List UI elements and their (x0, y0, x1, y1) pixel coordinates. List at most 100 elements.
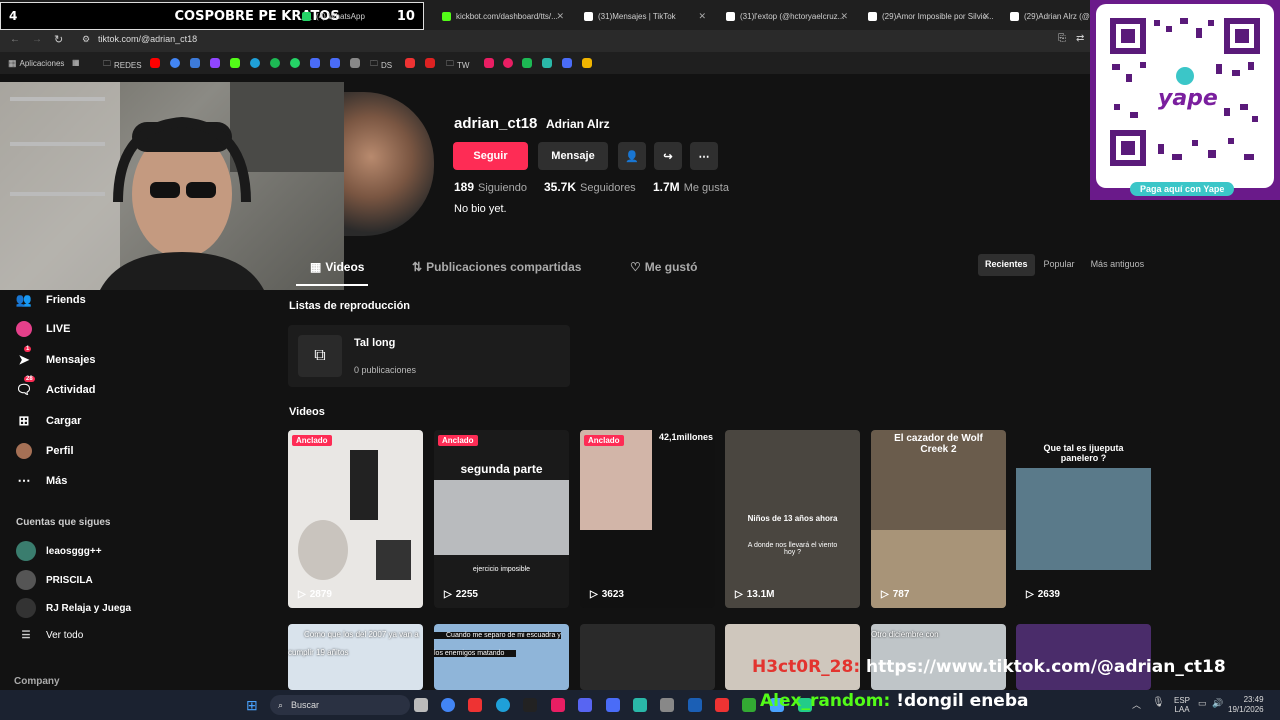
youtube-icon[interactable] (150, 58, 160, 68)
video-card[interactable]: Cuando me separo de mi escuadra y los en… (434, 624, 569, 690)
bookmark-icon[interactable] (503, 58, 513, 68)
browser-tab-active[interactable]: (29)Adrian Alrz (@ad... (1008, 5, 1090, 27)
sort-popular[interactable]: Popular (1037, 254, 1082, 276)
forward-icon[interactable]: → (32, 34, 42, 45)
browser-tab[interactable]: (29)Amor Imposible por Silvio... ✕ (866, 5, 996, 27)
bookmark-icon[interactable] (405, 58, 415, 68)
sort-recent[interactable]: Recientes (978, 254, 1035, 276)
whatsapp-icon[interactable] (290, 58, 300, 68)
bookmark-folder-tw[interactable]: 🗀 TW (446, 58, 469, 72)
video-card[interactable]: Anclado ▷ 2879 (288, 430, 423, 608)
tab-liked[interactable]: ♡ Me gustó (630, 260, 697, 274)
chrome-icon[interactable] (170, 58, 180, 68)
back-icon[interactable]: ← (10, 34, 20, 45)
notification-badge: 28 (24, 376, 35, 382)
close-icon[interactable]: ✕ (698, 11, 706, 22)
following-account[interactable]: leaosggg++ (16, 541, 102, 561)
company-link[interactable]: Company (14, 676, 60, 687)
sidebar-item-more[interactable]: ⋯ Más (16, 473, 68, 489)
network-icon[interactable]: ▭ (1198, 698, 1207, 709)
browser-tab[interactable]: (4) WhatsApp (300, 5, 428, 27)
video-card[interactable] (580, 624, 715, 690)
see-all-following[interactable]: ☰ Ver todo (16, 630, 84, 641)
notification-badge: 1 (24, 346, 32, 352)
video-card[interactable]: Como que los del 2007 ya van a cumplir 1… (288, 624, 423, 690)
reload-icon[interactable]: ↻ (54, 33, 63, 46)
edge-icon[interactable] (496, 698, 510, 712)
bookmark-folder-redes[interactable]: 🗀 REDES (103, 58, 142, 72)
bookmark-icon[interactable] (425, 58, 435, 68)
edge-icon[interactable] (250, 58, 260, 68)
browser-tab[interactable]: kickbot.com/dashboard/tts/... ✕ (440, 5, 570, 27)
kick-icon[interactable] (230, 58, 240, 68)
video-card[interactable]: Anclado 42,1millones ▷ 3623 (580, 430, 715, 608)
bookmark-icon[interactable] (350, 58, 360, 68)
bookmark-apps[interactable]: ▦ Aplicaciones (8, 58, 64, 69)
steam-icon[interactable] (688, 698, 702, 712)
stat-following[interactable]: 189 Siguiendo (454, 180, 527, 194)
task-view-icon[interactable] (414, 698, 428, 712)
video-card[interactable]: Que tal es ijueputa panelero ? ▷ 2639 (1016, 430, 1151, 608)
app-icon[interactable] (606, 698, 620, 712)
bookmark-icon[interactable] (582, 58, 592, 68)
twitch-icon[interactable] (210, 58, 220, 68)
windows-start-icon[interactable]: ⊞ (246, 697, 258, 714)
volume-icon[interactable]: 🔊 (1212, 698, 1223, 709)
app-icon[interactable] (660, 698, 674, 712)
more-options-button[interactable]: ⋯ (690, 142, 718, 170)
follow-button[interactable]: Seguir (453, 142, 528, 170)
video-card[interactable]: Niños de 13 años ahora A donde nos lleva… (725, 430, 860, 608)
message-button[interactable]: Mensaje (538, 142, 608, 170)
app-icon[interactable] (742, 698, 756, 712)
bookmark-icon[interactable] (484, 58, 494, 68)
taskbar-search[interactable]: ⌕ Buscar (270, 695, 410, 715)
bookmark-icon[interactable] (330, 58, 340, 68)
chevron-up-icon[interactable]: ︿ (1132, 698, 1141, 711)
bookmark-grid[interactable]: ▦ (72, 58, 80, 67)
video-card[interactable]: El cazador de Wolf Creek 2 ▷ 787 (871, 430, 1006, 608)
stat-followers[interactable]: 35.7K Seguidores (544, 180, 636, 194)
search-icon: ⌕ (278, 699, 284, 710)
app-icon[interactable] (715, 698, 729, 712)
playlist-card[interactable]: ⧉ Tal long 0 publicaciones (288, 325, 570, 387)
bookmark-icon[interactable] (522, 58, 532, 68)
bookmark-icon[interactable] (310, 58, 320, 68)
following-account[interactable]: PRISCILA (16, 570, 93, 590)
translate-icon[interactable]: ⇄ (1076, 33, 1084, 44)
microphone-icon[interactable]: 🎙 (1152, 697, 1165, 708)
sidebar-item-upload[interactable]: ⊞ Cargar (16, 413, 82, 429)
share-button[interactable]: ↪ (654, 142, 682, 170)
sort-oldest[interactable]: Más antiguos (1084, 254, 1152, 276)
spotify-icon[interactable] (270, 58, 280, 68)
bookmark-folder-ds[interactable]: 🗀 DS (370, 58, 392, 72)
sidebar-item-live[interactable]: LIVE (16, 321, 70, 337)
sidebar-item-friends[interactable]: 👥 Friends (16, 292, 86, 308)
app-icon[interactable] (468, 698, 482, 712)
close-icon[interactable]: ✕ (982, 11, 990, 22)
screenshot-icon[interactable]: ⎘ (1058, 33, 1066, 44)
tab-videos[interactable]: ▦ Videos (310, 260, 364, 274)
docs-icon[interactable] (190, 58, 200, 68)
chrome-icon[interactable] (441, 698, 455, 712)
close-icon[interactable]: ✕ (840, 11, 848, 22)
discord-icon[interactable] (578, 698, 592, 712)
app-icon[interactable] (523, 698, 537, 712)
url-input[interactable]: tiktok.com/@adrian_ct18 (98, 34, 197, 44)
browser-tab[interactable]: (31)Mensajes | TikTok ✕ (582, 5, 712, 27)
sidebar-item-activity[interactable]: 🗨 28 Actividad (16, 376, 96, 398)
tab-shared[interactable]: ⇅ Publicaciones compartidas (412, 260, 581, 274)
add-friend-button[interactable]: 👤 (618, 142, 646, 170)
site-info-icon[interactable]: ⚙ (82, 34, 90, 45)
sidebar-item-profile[interactable]: Perfil (16, 443, 74, 459)
browser-tab[interactable]: (31)l'extop (@hctoryaelcruz... ✕ (724, 5, 854, 27)
video-card[interactable]: Anclado segunda parte ejercicio imposibl… (434, 430, 569, 608)
following-account[interactable]: RJ Relaja y Juega (16, 598, 131, 618)
language-indicator[interactable]: ESP LAA (1174, 696, 1190, 714)
clock[interactable]: 23:49 19/1/2026 (1228, 695, 1264, 715)
sidebar-item-messages[interactable]: ➤ 1 Mensajes (16, 346, 96, 368)
app-icon[interactable] (633, 698, 647, 712)
bookmark-icon[interactable] (542, 58, 552, 68)
bookmark-icon[interactable] (562, 58, 572, 68)
tiktok-icon[interactable] (551, 698, 565, 712)
close-icon[interactable]: ✕ (556, 11, 564, 22)
